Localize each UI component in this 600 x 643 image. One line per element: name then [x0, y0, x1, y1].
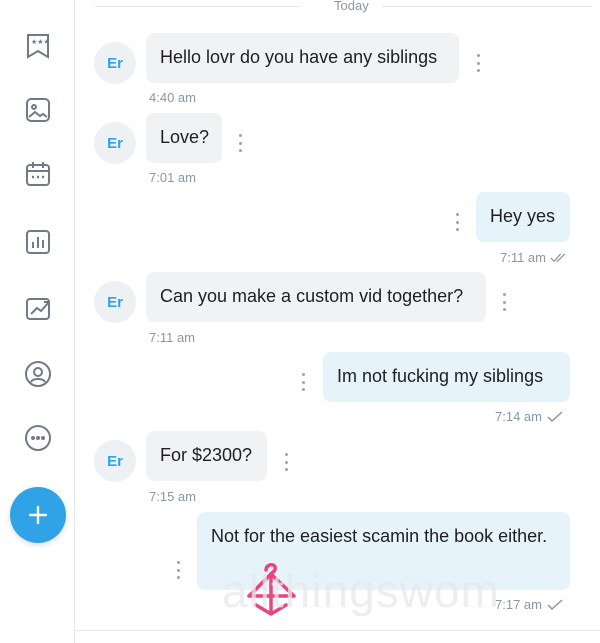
trending-icon[interactable]: [22, 292, 54, 324]
calendar-icon[interactable]: [22, 158, 54, 190]
message-time: 7:17 am: [495, 597, 542, 612]
check-icon: [547, 598, 563, 610]
sidebar: ★★★: [0, 0, 75, 643]
composer-divider: [75, 630, 600, 631]
message-time: 7:15 am: [149, 489, 196, 504]
chat-thread: Today Er Hello lovr do you have any sibl…: [75, 0, 600, 643]
message-bubble-outgoing[interactable]: Im not fucking my siblings: [323, 352, 570, 402]
message-options-icon[interactable]: [473, 54, 483, 72]
message-options-icon[interactable]: [173, 561, 183, 579]
message-options-icon[interactable]: [298, 373, 308, 391]
message-time: 7:11 am: [499, 250, 546, 265]
message-options-icon[interactable]: [281, 453, 291, 471]
message-time: 7:11 am: [149, 330, 196, 345]
message-bubble-incoming[interactable]: Can you make a custom vid together?: [146, 272, 486, 322]
date-divider: Today: [95, 0, 592, 14]
avatar[interactable]: Er: [94, 42, 136, 84]
new-message-button[interactable]: [10, 487, 66, 543]
check-icon: [547, 410, 563, 422]
double-check-icon: [550, 252, 566, 262]
avatar[interactable]: Er: [94, 281, 136, 323]
message-bubble-incoming[interactable]: Love?: [146, 113, 222, 163]
profile-icon[interactable]: [22, 358, 54, 390]
message-meta: 7:14 am: [495, 409, 564, 424]
bar-chart-icon[interactable]: [22, 226, 54, 258]
message-time: 7:01 am: [149, 170, 196, 185]
message-meta: 7:17 am: [495, 597, 564, 612]
message-time: 7:14 am: [495, 409, 542, 424]
svg-text:★★★: ★★★: [31, 38, 50, 46]
message-bubble-incoming[interactable]: For $2300?: [146, 431, 267, 481]
message-bubble-outgoing[interactable]: Not for the easiest scamin the book eith…: [197, 512, 570, 590]
message-bubble-incoming[interactable]: Hello lovr do you have any siblings: [146, 33, 459, 83]
message-meta: 7:11 am: [500, 250, 568, 265]
message-time: 4:40 am: [149, 90, 196, 105]
plus-icon: [28, 505, 48, 525]
message-options-icon[interactable]: [499, 293, 509, 311]
vault-stars-icon[interactable]: ★★★: [22, 30, 54, 62]
more-icon[interactable]: [22, 422, 54, 454]
message-bubble-outgoing[interactable]: Hey yes: [476, 192, 570, 242]
avatar[interactable]: Er: [94, 440, 136, 482]
message-options-icon[interactable]: [452, 213, 462, 231]
date-divider-label: Today: [334, 0, 369, 13]
avatar[interactable]: Er: [94, 122, 136, 164]
message-options-icon[interactable]: [235, 134, 245, 152]
image-icon[interactable]: [22, 94, 54, 126]
